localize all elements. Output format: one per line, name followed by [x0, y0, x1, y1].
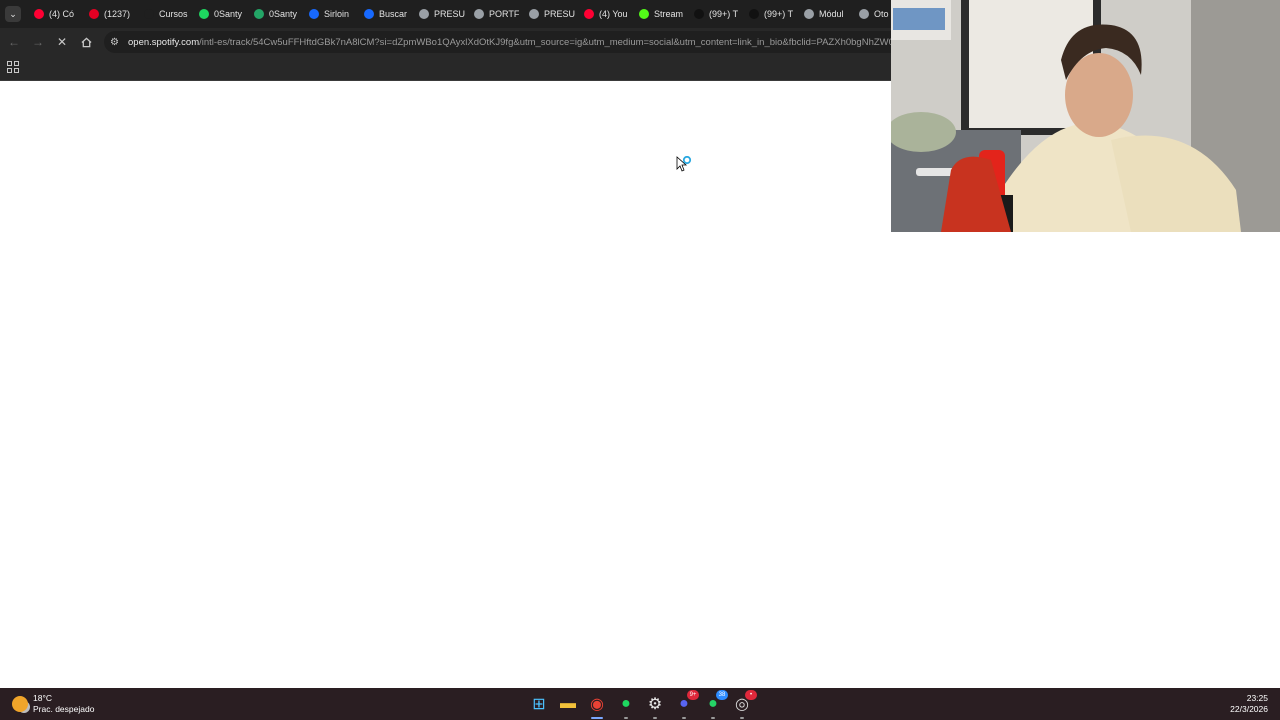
stop-loading-button[interactable]: ✕	[50, 30, 74, 54]
running-indicator	[591, 717, 603, 719]
running-indicator	[624, 717, 628, 719]
arrow-left-icon: ←	[8, 35, 20, 49]
close-icon: ✕	[56, 35, 68, 49]
browser-tab[interactable]: Cursos	[141, 0, 196, 28]
browser-tab[interactable]: PRESU	[416, 0, 471, 28]
tab-title: Oto	[874, 9, 889, 19]
arrow-right-icon: →	[32, 35, 44, 49]
notification-badge: 38	[716, 690, 728, 700]
browser-tab[interactable]: (4) You	[581, 0, 636, 28]
tab-title: Sirloin	[324, 9, 350, 19]
site-info-icon[interactable]: ⚙	[110, 37, 124, 48]
system-clock[interactable]: 23:25 22/3/2026	[1230, 693, 1268, 715]
taskbar-app-button[interactable]: ⊞	[527, 692, 551, 716]
tab-title: (99+) T	[764, 9, 794, 19]
behance-icon	[364, 9, 374, 19]
browser-tab[interactable]: (1237)	[86, 0, 141, 28]
sheets-icon	[254, 9, 264, 19]
chevron-down-icon: ⌄	[9, 8, 17, 19]
tabs-container: (4) Có (1237) Cursos 0Santy 0Santy Sirloin Bus…	[31, 0, 911, 28]
tiktok-icon	[749, 9, 759, 19]
browser-tab[interactable]: 0Santy	[251, 0, 306, 28]
tab-title: (99+) T	[709, 9, 739, 19]
browser-tab[interactable]: Módul	[801, 0, 856, 28]
url-domain: open.spotify.com	[128, 36, 200, 48]
taskbar-app-button[interactable]: ● 38	[701, 690, 728, 719]
apps-grid-icon[interactable]	[7, 61, 19, 73]
tab-title: (1237)	[104, 9, 131, 19]
tab-title: PORTF	[489, 9, 520, 19]
running-indicator	[740, 717, 744, 719]
globe-icon	[474, 9, 484, 19]
browser-tab[interactable]: Sirloin	[306, 0, 361, 28]
weather-description: Prac. despejado	[33, 704, 95, 714]
back-button[interactable]: ←	[2, 30, 26, 54]
taskbar-app-button[interactable]: ● 9+	[672, 690, 699, 719]
taskbar-app-button[interactable]: ◉	[585, 692, 609, 719]
tiktok-icon	[694, 9, 704, 19]
browser-tab[interactable]: PRESU	[526, 0, 581, 28]
tab-search-button[interactable]: ⌄	[5, 6, 21, 22]
weather-widget[interactable]: 18°C Prac. despejado	[12, 693, 94, 715]
clock-date: 22/3/2026	[1230, 704, 1268, 714]
tab-title: Buscar	[379, 9, 408, 19]
taskbar-app-button[interactable]: ▬	[556, 692, 580, 716]
tab-title: PRESU	[434, 9, 466, 19]
browser-tab[interactable]: PORTF	[471, 0, 526, 28]
busy-cursor-icon	[676, 156, 692, 172]
file-explorer-icon: ▬	[560, 695, 576, 712]
running-indicator	[682, 717, 686, 719]
spotify-icon: ●	[621, 695, 631, 712]
taskbar-app-button[interactable]: ●	[614, 692, 638, 719]
windows-start-icon: ⊞	[532, 696, 546, 713]
taskbar-app-button[interactable]: ◎ •	[730, 690, 757, 719]
taskbar: 18°C Prac. despejado ⊞ ▬ ◉ ● ⚙ ● 9+ ● 38 ◎ • 23:25…	[0, 688, 1280, 720]
clock-time: 23:25	[1246, 693, 1268, 703]
browser-tab[interactable]: 0Santy	[196, 0, 251, 28]
notification-badge: 9+	[687, 690, 699, 700]
taskbar-app-button[interactable]: ⚙	[643, 692, 667, 719]
youtube-icon	[34, 9, 44, 19]
tab-title: Stream	[654, 9, 684, 19]
browser-tab[interactable]: (99+) T	[691, 0, 746, 28]
home-icon	[80, 37, 92, 47]
forward-button[interactable]: →	[26, 30, 50, 54]
tab-title: 0Santy	[214, 9, 243, 19]
taskbar-apps: ⊞ ▬ ◉ ● ⚙ ● 9+ ● 38 ◎ •	[527, 690, 759, 719]
chrome-icon: ◉	[590, 696, 604, 713]
running-indicator	[711, 717, 715, 719]
browser-tab[interactable]: (99+) T	[746, 0, 801, 28]
tab-title: Cursos	[159, 9, 188, 19]
behance-icon	[309, 9, 319, 19]
tab-title: (4) Có	[49, 9, 75, 19]
blank-icon	[144, 9, 154, 19]
weather-temperature: 18°C	[33, 693, 52, 703]
pinterest-icon	[89, 9, 99, 19]
steam-icon: ⚙	[647, 696, 663, 713]
youtube-icon	[584, 9, 594, 19]
kick-icon	[639, 9, 649, 19]
tab-title: Módul	[819, 9, 844, 19]
webcam-person-image	[891, 0, 1280, 232]
tab-title: (4) You	[599, 9, 628, 19]
tab-title: PRESU	[544, 9, 576, 19]
globe-icon	[529, 9, 539, 19]
globe-icon	[419, 9, 429, 19]
browser-tab[interactable]: Buscar	[361, 0, 416, 28]
running-indicator	[653, 717, 657, 719]
spotify-icon	[199, 9, 209, 19]
globe-icon	[804, 9, 814, 19]
browser-tab[interactable]: (4) Có	[31, 0, 86, 28]
browser-tab[interactable]: Stream	[636, 0, 691, 28]
globe-icon	[859, 9, 869, 19]
notification-badge: •	[745, 690, 757, 700]
home-button[interactable]	[74, 30, 98, 54]
url-text[interactable]: open.spotify.com/intl-es/track/54Cw5uFFH…	[128, 37, 901, 48]
address-bar[interactable]: ⚙ open.spotify.com/intl-es/track/54Cw5uF…	[104, 31, 904, 53]
tab-title: 0Santy	[269, 9, 298, 19]
webcam-overlay	[891, 0, 1280, 232]
partly-sunny-icon	[12, 696, 28, 712]
url-path: /intl-es/track/54Cw5uFFHftdGBk7nA8lCM?si…	[199, 36, 901, 48]
